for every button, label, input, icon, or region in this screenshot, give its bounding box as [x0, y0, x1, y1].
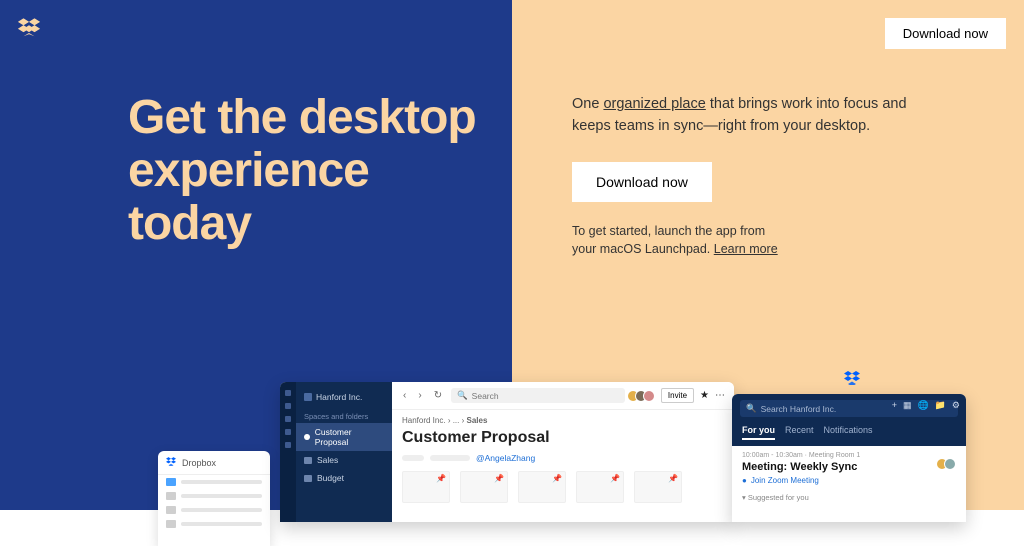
- right-panel: Download now One organized place that br…: [512, 0, 1024, 510]
- learn-more-link[interactable]: Learn more: [714, 242, 778, 256]
- launch-hint: To get started, launch the app from your…: [572, 222, 782, 260]
- hero-title: Get the desktop experience today: [128, 92, 492, 250]
- tagline: One organized place that brings work int…: [572, 94, 932, 138]
- landing-page: Get the desktop experience today Downloa…: [0, 0, 1024, 510]
- dropbox-logo-icon: [18, 18, 40, 43]
- finder-row: [158, 517, 270, 531]
- left-panel: Get the desktop experience today: [0, 0, 512, 510]
- download-now-button-main[interactable]: Download now: [572, 162, 712, 202]
- tagline-prefix: One: [572, 96, 603, 112]
- marketing-copy: One organized place that brings work int…: [572, 94, 932, 259]
- organized-place-link[interactable]: organized place: [603, 96, 705, 112]
- folder-icon: [166, 520, 176, 528]
- download-now-button-top[interactable]: Download now: [885, 18, 1006, 49]
